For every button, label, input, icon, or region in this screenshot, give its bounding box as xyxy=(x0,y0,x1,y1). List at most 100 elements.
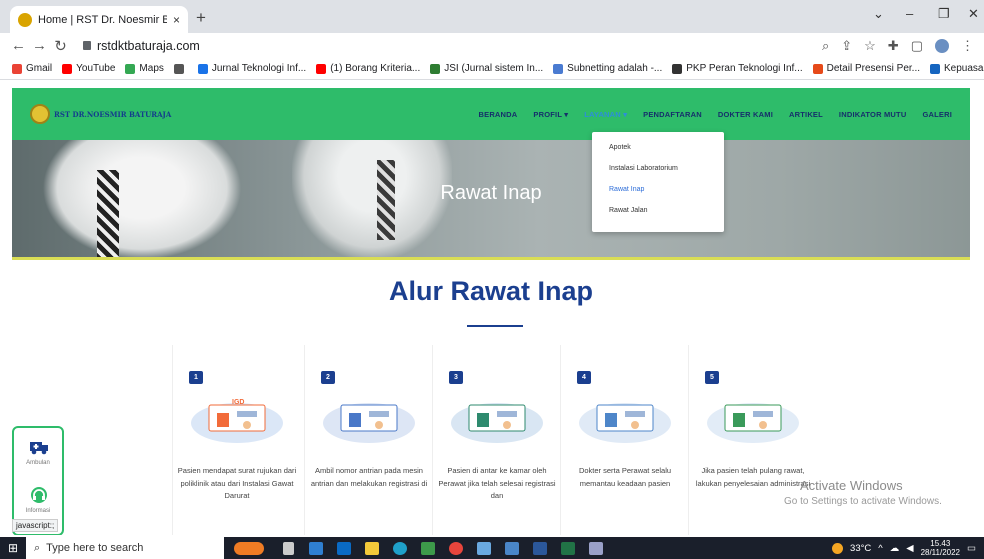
nav-item[interactable]: INDIKATOR MUTU xyxy=(831,110,915,119)
app-icon[interactable] xyxy=(582,537,610,559)
sidepanel-icon[interactable]: ▢ xyxy=(911,38,923,54)
bookmark-star-icon[interactable]: ☆ xyxy=(864,38,876,54)
nav-item[interactable]: PENDAFTARAN xyxy=(635,110,710,119)
task-view-icon[interactable] xyxy=(274,537,302,559)
hospital-emblem-icon xyxy=(30,104,50,124)
site-favicon-icon xyxy=(18,12,32,27)
mail-app-icon[interactable] xyxy=(302,537,330,559)
bookmark-label: YouTube xyxy=(76,63,116,74)
bookmark-label: Jurnal Teknologi Inf... xyxy=(211,63,307,74)
tray-chevron-icon[interactable]: ^ xyxy=(878,543,882,554)
step-number: 1 xyxy=(189,371,203,384)
step-number: 2 xyxy=(321,371,335,384)
chrome-app-icon[interactable] xyxy=(442,537,470,559)
bookmark-label: Gmail xyxy=(26,63,53,74)
activate-windows-title: Activate Windows xyxy=(800,478,903,493)
maximize-button[interactable]: ❐ xyxy=(938,6,950,22)
bookmark-favicon-icon xyxy=(197,63,208,74)
dropdown-item[interactable]: Rawat Jalan xyxy=(609,205,724,226)
windows-taskbar: ⊞ ⌕ Type here to search 33°C ^ ☁ ◀ 15.43… xyxy=(0,537,984,559)
dropdown-item[interactable]: Rawat Inap xyxy=(609,184,724,205)
headset-icon[interactable] xyxy=(28,486,50,504)
bookmark-item[interactable]: Gmail xyxy=(12,63,52,74)
new-tab-button[interactable]: + xyxy=(196,9,206,26)
start-windows-icon[interactable]: ⊞ xyxy=(0,537,26,559)
website-viewport: RST DR.NOESMIR BATURAJA BERANDA PROFIL ▾ L… xyxy=(12,88,970,535)
bookmark-favicon-icon xyxy=(62,63,73,74)
excel-app-icon[interactable] xyxy=(554,537,582,559)
bookmark-item[interactable]: JSI (Jurnal sistem In... xyxy=(430,63,543,74)
tab-search-icon[interactable]: ⌄ xyxy=(873,6,884,22)
volume-icon[interactable]: ◀ xyxy=(906,543,913,554)
dropdown-item[interactable]: Instalasi Laboratorium xyxy=(609,163,724,184)
reload-icon[interactable]: ↻ xyxy=(50,37,71,55)
bookmark-item[interactable] xyxy=(173,63,188,74)
bookmarks-bar: Gmail YouTube Maps Jurnal Teknologi Inf... (… xyxy=(0,58,984,80)
notification-icon[interactable]: ▭ xyxy=(967,543,976,554)
bookmark-favicon-icon xyxy=(430,63,441,74)
zoom-icon[interactable]: ⌕ xyxy=(822,38,829,54)
nav-item[interactable]: DOKTER KAMI xyxy=(710,110,781,119)
share-icon[interactable]: ⇪ xyxy=(841,38,852,54)
app-icon[interactable] xyxy=(498,537,526,559)
bookmark-item[interactable]: (1) Borang Kriteria... xyxy=(316,63,420,74)
app-icon[interactable] xyxy=(470,537,498,559)
section-divider xyxy=(467,325,523,327)
nav-item[interactable]: GALERI xyxy=(914,110,960,119)
bookmark-item[interactable]: Kepuasan Mahasis... xyxy=(930,63,984,74)
browser-tab-bar: Home | RST Dr. Noesmir Baturaja × + ⌄ – … xyxy=(0,0,984,33)
browser-tab[interactable]: Home | RST Dr. Noesmir Baturaja × xyxy=(10,6,188,33)
hero-accent-line xyxy=(12,257,970,260)
tab-title: Home | RST Dr. Noesmir Baturaja xyxy=(38,13,167,26)
dropdown-item[interactable]: Apotek xyxy=(609,142,724,163)
back-icon[interactable]: ← xyxy=(8,37,29,54)
clock[interactable]: 15.43 28/11/2022 xyxy=(921,539,960,557)
step-card: 4 Dokter serta Perawat selalu memantau ke… xyxy=(560,345,688,535)
explorer-app-icon[interactable] xyxy=(358,537,386,559)
bookmark-item[interactable]: YouTube xyxy=(62,63,115,74)
temperature[interactable]: 33°C xyxy=(850,543,871,554)
url-input[interactable]: rstdktbaturaja.com xyxy=(77,35,822,56)
minimize-button[interactable]: – xyxy=(906,6,913,21)
bookmark-item[interactable]: Subnetting adalah -... xyxy=(553,63,662,74)
step-illustration xyxy=(451,403,543,443)
clock-time: 15.43 xyxy=(930,539,951,548)
taskbar-search-input[interactable]: ⌕ Type here to search xyxy=(26,537,224,559)
forward-icon[interactable]: → xyxy=(29,37,50,54)
bookmark-label: (1) Borang Kriteria... xyxy=(330,63,421,74)
nav-item[interactable]: LAYANAN ▾ xyxy=(576,110,635,119)
ambulance-icon[interactable] xyxy=(28,438,50,456)
hero-banner: Rawat Inap xyxy=(12,140,970,260)
step-card: 3 Pasien di antar ke kamar oleh Perawat j… xyxy=(432,345,560,535)
network-icon[interactable]: ☁ xyxy=(890,543,900,554)
section-title: Alur Rawat Inap xyxy=(388,276,594,306)
url-text: rstdktbaturaja.com xyxy=(97,38,200,53)
word-app-icon[interactable] xyxy=(526,537,554,559)
step-card: 2 Ambil nomor antrian pada mesin antrian … xyxy=(304,345,432,535)
menu-kebab-icon[interactable]: ⋮ xyxy=(961,38,974,54)
step-number: 4 xyxy=(577,371,591,384)
weather-icon[interactable] xyxy=(832,542,844,554)
bookmark-item[interactable]: Maps xyxy=(125,63,164,74)
ambulance-label: Ambulan xyxy=(26,460,50,466)
tab-close-icon[interactable]: × xyxy=(173,13,180,27)
edge-app-icon[interactable] xyxy=(386,537,414,559)
step-description: Pasien di antar ke kamar oleh Perawat ji… xyxy=(438,466,556,500)
bookmark-item[interactable]: Jurnal Teknologi Inf... xyxy=(197,63,307,74)
app-icon[interactable] xyxy=(414,537,442,559)
site-logo[interactable]: RST DR.NOESMIR BATURAJA xyxy=(30,104,171,124)
step-number: 5 xyxy=(705,371,719,384)
store-app-icon[interactable] xyxy=(330,537,358,559)
nav-item[interactable]: ARTIKEL xyxy=(781,110,831,119)
step-description: Pasien mendapat surat rujukan dari polik… xyxy=(177,466,297,500)
bookmark-favicon-icon xyxy=(553,63,564,74)
cortana-widget-icon[interactable] xyxy=(224,537,274,559)
bookmark-item[interactable]: Detail Presensi Per... xyxy=(812,63,920,74)
close-window-button[interactable]: ✕ xyxy=(968,6,979,22)
nav-item[interactable]: PROFIL ▾ xyxy=(525,110,576,119)
bookmark-item[interactable]: PKP Peran Teknologi Inf... xyxy=(672,63,803,74)
step-illustration: IGD xyxy=(191,399,283,443)
nav-item[interactable]: BERANDA xyxy=(471,110,526,119)
extensions-icon[interactable]: ✚ xyxy=(888,38,899,54)
profile-avatar-icon[interactable] xyxy=(935,38,949,53)
